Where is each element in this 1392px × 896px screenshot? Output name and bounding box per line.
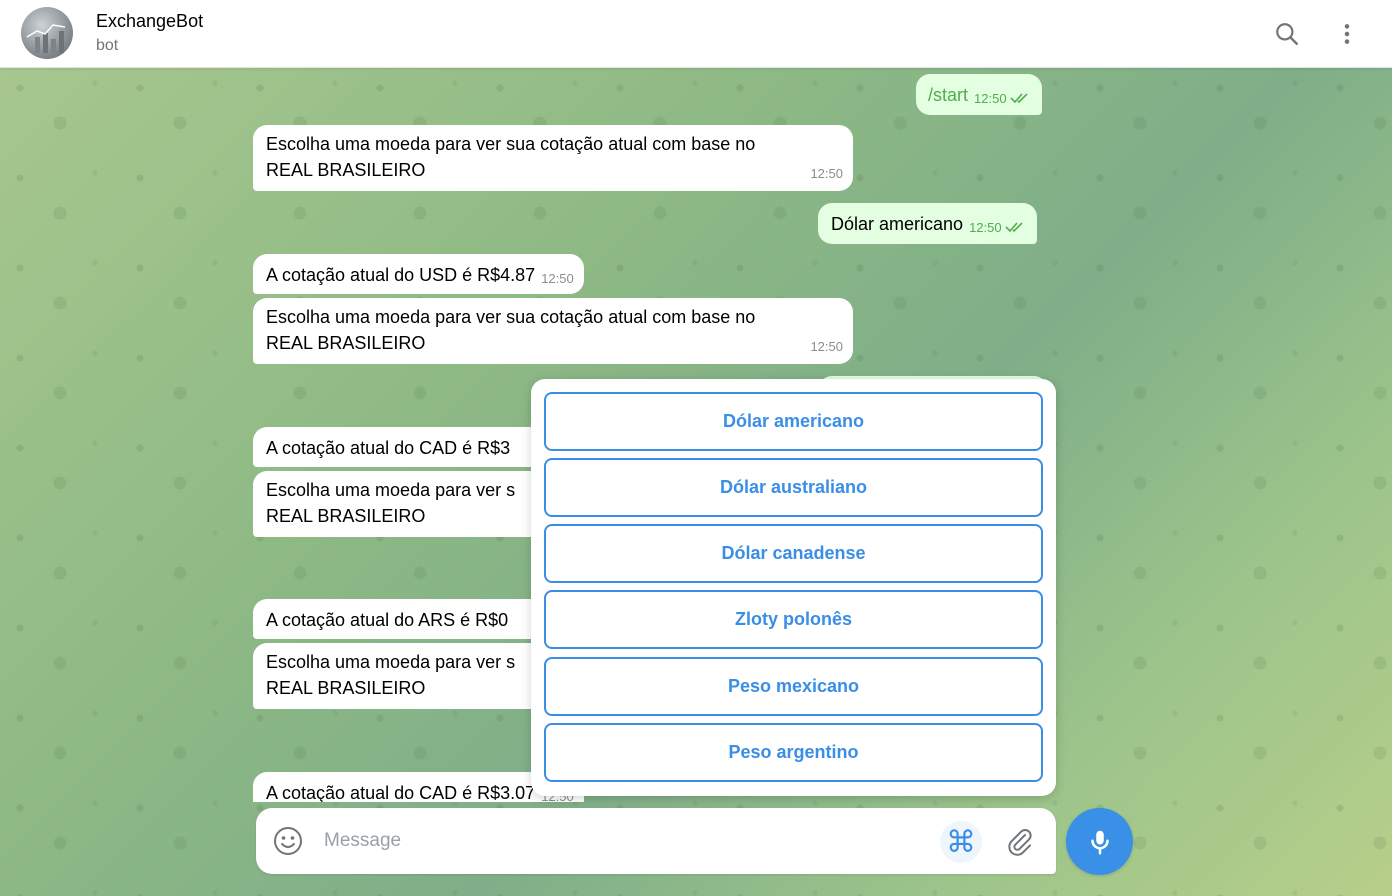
message-incoming[interactable]: A cotação atual do USD é R$4.87 12:50 xyxy=(253,254,584,294)
keyboard-button-cad[interactable]: Dólar canadense xyxy=(544,524,1043,583)
reply-keyboard: Dólar americano Dólar australiano Dólar … xyxy=(531,379,1056,796)
message-text-line: Escolha uma moeda para ver sua cotação a… xyxy=(266,134,756,154)
message-text: /start xyxy=(928,85,969,105)
search-icon xyxy=(1276,23,1298,45)
search-button[interactable] xyxy=(1267,14,1307,54)
voice-record-button[interactable] xyxy=(1066,808,1133,875)
message-text: A cotação atual do CAD é R$3.07 xyxy=(266,783,536,802)
message-text-line: REAL BRASILEIRO xyxy=(266,160,426,180)
paperclip-icon xyxy=(1008,829,1032,856)
keyboard-button-aud[interactable]: Dólar australiano xyxy=(544,458,1043,517)
message-text: A cotação atual do CAD é R$3 xyxy=(266,438,511,458)
message-incoming[interactable]: Escolha uma moeda para ver s REAL BRASIL… xyxy=(253,471,553,537)
keyboard-button-ars[interactable]: Peso argentino xyxy=(544,723,1043,782)
message-text-line: Escolha uma moeda para ver s xyxy=(266,480,516,500)
double-check-icon xyxy=(1005,222,1023,233)
bot-commands-button[interactable]: ⌘ xyxy=(940,821,982,863)
double-check-icon xyxy=(1010,93,1028,104)
keyboard-button-mxn[interactable]: Peso mexicano xyxy=(544,657,1043,716)
avatar[interactable] xyxy=(21,7,73,59)
message-incoming[interactable]: Escolha uma moeda para ver s REAL BRASIL… xyxy=(253,643,553,709)
message-text-line: Escolha uma moeda para ver s xyxy=(266,652,516,672)
message-incoming[interactable]: Escolha uma moeda para ver sua cotação a… xyxy=(253,125,853,191)
message-time: 12:50 xyxy=(810,339,843,354)
message-text-line: REAL BRASILEIRO xyxy=(266,506,426,526)
message-time: 12:50 xyxy=(541,271,574,286)
message-outgoing[interactable]: /start 12:50 xyxy=(916,74,1043,115)
message-text: Dólar americano xyxy=(831,214,964,234)
message-incoming[interactable]: A cotação atual do CAD é R$3 xyxy=(253,427,553,467)
more-vertical-icon xyxy=(1344,24,1350,44)
message-text-line: Escolha uma moeda para ver sua cotação a… xyxy=(266,307,756,327)
message-text: A cotação atual do ARS é R$0 xyxy=(266,610,509,630)
message-incoming[interactable]: Escolha uma moeda para ver sua cotação a… xyxy=(253,298,853,364)
message-input[interactable] xyxy=(324,826,924,856)
microphone-icon xyxy=(1090,830,1109,854)
chat-subtitle: bot xyxy=(96,37,119,54)
message-time: 12:50 xyxy=(810,166,843,181)
message-text-line: REAL BRASILEIRO xyxy=(266,333,426,353)
keyboard-button-usd[interactable]: Dólar americano xyxy=(544,392,1043,451)
attach-button[interactable] xyxy=(1004,826,1036,858)
more-options-button[interactable] xyxy=(1327,14,1367,54)
message-incoming[interactable]: A cotação atual do ARS é R$0 xyxy=(253,599,553,639)
message-outgoing[interactable]: Dólar americano 12:50 xyxy=(818,203,1038,244)
emoji-button[interactable] xyxy=(272,825,304,857)
message-text: A cotação atual do USD é R$4.87 xyxy=(266,265,536,285)
chat-header: ExchangeBot bot xyxy=(0,0,1392,68)
keyboard-button-pln[interactable]: Zloty polonês xyxy=(544,590,1043,649)
message-time: 12:50 xyxy=(974,91,1032,106)
chat-title: ExchangeBot xyxy=(96,11,204,31)
message-time: 12:50 xyxy=(969,220,1027,235)
smile-icon xyxy=(274,827,302,855)
message-text-line: REAL BRASILEIRO xyxy=(266,678,426,698)
command-icon: ⌘ xyxy=(946,824,976,860)
message-composer: ⌘ xyxy=(256,808,1056,874)
